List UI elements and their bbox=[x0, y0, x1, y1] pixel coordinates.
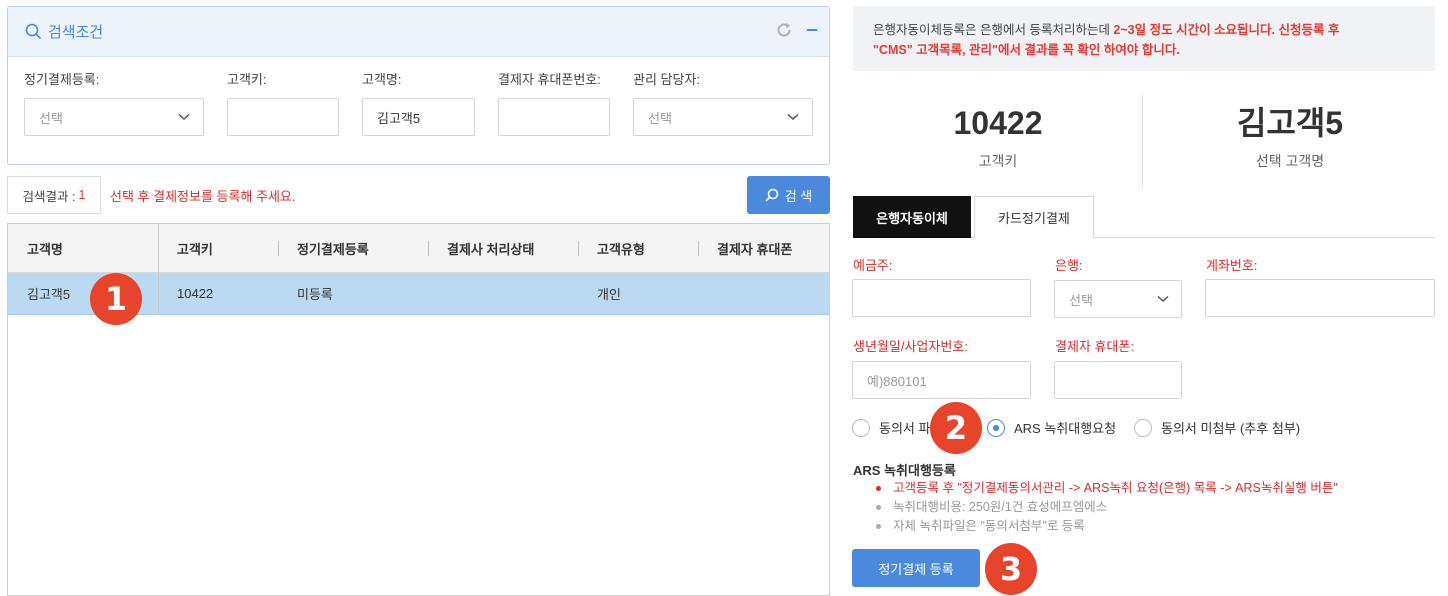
radio-circle bbox=[852, 418, 870, 437]
column-header[interactable]: 고객키 bbox=[177, 224, 213, 272]
search-title-text: 검색조건 bbox=[48, 24, 104, 41]
search-button-label: 검 색 bbox=[784, 188, 813, 204]
cell-regular-payment: 미등록 bbox=[297, 287, 333, 302]
column-divider bbox=[698, 241, 699, 256]
refresh-icon[interactable] bbox=[775, 21, 793, 39]
column-divider bbox=[158, 224, 159, 315]
cell-customer-key: 10422 bbox=[177, 286, 214, 301]
column-header[interactable]: 고객명 bbox=[27, 224, 63, 272]
search-icon bbox=[25, 23, 42, 40]
field-label: 관리 담당자: bbox=[633, 72, 701, 87]
customer-key-label: 고객키 bbox=[978, 153, 1018, 169]
input-value: 김고객5 bbox=[377, 110, 421, 126]
cell-customer-name: 김고객5 bbox=[27, 287, 71, 302]
depositor-input[interactable] bbox=[852, 279, 1031, 317]
column-divider bbox=[278, 241, 279, 256]
step-badge-3: 3 bbox=[985, 543, 1037, 595]
birth-label: 생년월일/사업자번호: bbox=[853, 339, 968, 354]
manager-select[interactable]: 선택 bbox=[633, 98, 813, 136]
field-payer-phone: 결제자 휴대폰번호: bbox=[498, 69, 610, 136]
table-header: 고객명 고객키 정기결제등록 결제사 처리상태 고객유형 결제자 휴대폰 bbox=[8, 224, 829, 273]
list-item: 녹취대행비용: 250원/1건 효성에프엠에스 bbox=[876, 498, 1338, 517]
column-header[interactable]: 고객유형 bbox=[597, 224, 645, 272]
payment-tabs: 은행자동이체 카드정기결제 bbox=[853, 196, 1435, 238]
regular-payment-select[interactable]: 선택 bbox=[24, 98, 204, 136]
field-label: 고객키: bbox=[227, 72, 267, 87]
notice-text: 은행자동이체등록은 은행에서 등록처리하는데 bbox=[873, 23, 1114, 37]
field-label: 정기결제등록: bbox=[24, 72, 100, 87]
list-item: 고객등록 후 "정기결제동의서관리 -> ARS녹취 요청(은행) 목록 -> … bbox=[876, 479, 1338, 498]
search-panel-title: 검색조건 bbox=[25, 21, 103, 42]
stat-customer-key: 10422 고객키 bbox=[853, 95, 1143, 171]
stat-customer-name: 김고객5 선택 고객명 bbox=[1145, 95, 1435, 171]
field-manager: 관리 담당자: 선택 bbox=[633, 69, 813, 136]
tab-card-payment[interactable]: 카드정기결제 bbox=[974, 196, 1094, 238]
radio-label: ARS 녹취대행요청 bbox=[1014, 421, 1117, 436]
radio-circle-selected bbox=[987, 418, 1005, 437]
notice-highlight-2: "CMS" 고객목록, 관리"에서 결과를 꼭 확인 하여야 합니다. bbox=[873, 43, 1180, 57]
customer-summary: 10422 고객키 김고객5 선택 고객명 bbox=[853, 95, 1435, 187]
payer-phone-input[interactable] bbox=[498, 98, 610, 136]
field-customer-name: 고객명: 김고객5 bbox=[362, 69, 475, 136]
customer-name-value: 김고객5 bbox=[1236, 105, 1344, 141]
radio-no-attachment[interactable]: 동의서 미첨부 (추후 첨부) bbox=[1134, 418, 1300, 437]
search-button[interactable]: 검 색 bbox=[747, 176, 830, 214]
bank-select-value: 선택 bbox=[1069, 292, 1093, 308]
list-item: 자체 녹취파일은 "동의서첨부"로 등록 bbox=[876, 517, 1338, 536]
result-count-value: 1 bbox=[78, 188, 86, 202]
account-input[interactable] bbox=[1205, 279, 1435, 317]
result-message: 선택 후 결제정보를 등록해 주세요. bbox=[110, 189, 296, 204]
select-value: 선택 bbox=[648, 110, 672, 126]
bank-label: 은행: bbox=[1055, 258, 1083, 273]
account-label: 계좌번호: bbox=[1206, 258, 1258, 273]
result-count: 검색결과 : 1 bbox=[7, 176, 101, 214]
radio-ars-request[interactable]: ARS 녹취대행요청 bbox=[987, 418, 1116, 437]
radio-circle bbox=[1134, 418, 1152, 437]
birth-placeholder: 예)880101 bbox=[867, 373, 927, 389]
step-badge-1: 1 bbox=[90, 273, 142, 325]
field-regular-payment: 정기결제등록: 선택 bbox=[24, 69, 204, 136]
payer-phone-label: 결제자 휴대폰: bbox=[1055, 339, 1134, 354]
column-divider bbox=[428, 241, 429, 256]
field-label: 고객명: bbox=[362, 72, 402, 87]
ars-section-title: ARS 녹취대행등록 bbox=[853, 463, 956, 478]
notice-highlight: 2~3일 정도 시간이 소요됩니다. 신청등록 후 bbox=[1113, 23, 1340, 37]
divider bbox=[1142, 95, 1143, 187]
select-value: 선택 bbox=[39, 110, 63, 126]
customer-name-input[interactable]: 김고객5 bbox=[362, 98, 475, 136]
cell-customer-type: 개인 bbox=[597, 287, 621, 302]
customer-key-value: 10422 bbox=[953, 105, 1043, 141]
column-header[interactable]: 결제사 처리상태 bbox=[447, 224, 534, 272]
field-customer-key: 고객키: bbox=[227, 69, 339, 136]
payer-phone-field[interactable] bbox=[1054, 361, 1182, 399]
step-badge-2: 2 bbox=[930, 402, 982, 454]
radio-agreement-file[interactable]: 동의서 파일 bbox=[852, 418, 942, 437]
customer-name-label: 선택 고객명 bbox=[1255, 153, 1325, 169]
result-count-label: 검색결과 : bbox=[22, 189, 76, 204]
bank-select[interactable]: 선택 bbox=[1054, 280, 1182, 318]
customer-key-input[interactable] bbox=[227, 98, 339, 136]
birth-input[interactable]: 예)880101 bbox=[852, 361, 1031, 399]
chevron-down-icon bbox=[1157, 295, 1169, 303]
search-panel: 검색조건 정기결제등록: 선택 고객키: 고객명: 김고객5 결제자 휴대폰번호… bbox=[7, 6, 830, 165]
column-header[interactable]: 결제자 휴대폰 bbox=[717, 224, 792, 272]
notice-box: 은행자동이체등록은 은행에서 등록처리하는데 2~3일 정도 시간이 소요됩니다… bbox=[853, 6, 1435, 71]
column-divider bbox=[578, 241, 579, 256]
search-icon bbox=[765, 188, 779, 202]
search-panel-header: 검색조건 bbox=[8, 7, 829, 57]
field-label: 결제자 휴대폰번호: bbox=[498, 72, 601, 87]
result-bar: 검색결과 : 1 선택 후 결제정보를 등록해 주세요. 검 색 bbox=[7, 176, 830, 214]
depositor-label: 예금주: bbox=[853, 258, 893, 273]
register-payment-button[interactable]: 정기결제 등록 bbox=[852, 549, 980, 587]
column-header[interactable]: 정기결제등록 bbox=[297, 224, 369, 272]
ars-info-list: 고객등록 후 "정기결제동의서관리 -> ARS녹취 요청(은행) 목록 -> … bbox=[876, 479, 1338, 536]
radio-label: 동의서 미첨부 (추후 첨부) bbox=[1161, 421, 1301, 436]
chevron-down-icon bbox=[787, 113, 799, 121]
chevron-down-icon bbox=[178, 113, 190, 121]
collapse-icon[interactable] bbox=[807, 29, 817, 31]
tab-bank-transfer[interactable]: 은행자동이체 bbox=[853, 196, 971, 238]
